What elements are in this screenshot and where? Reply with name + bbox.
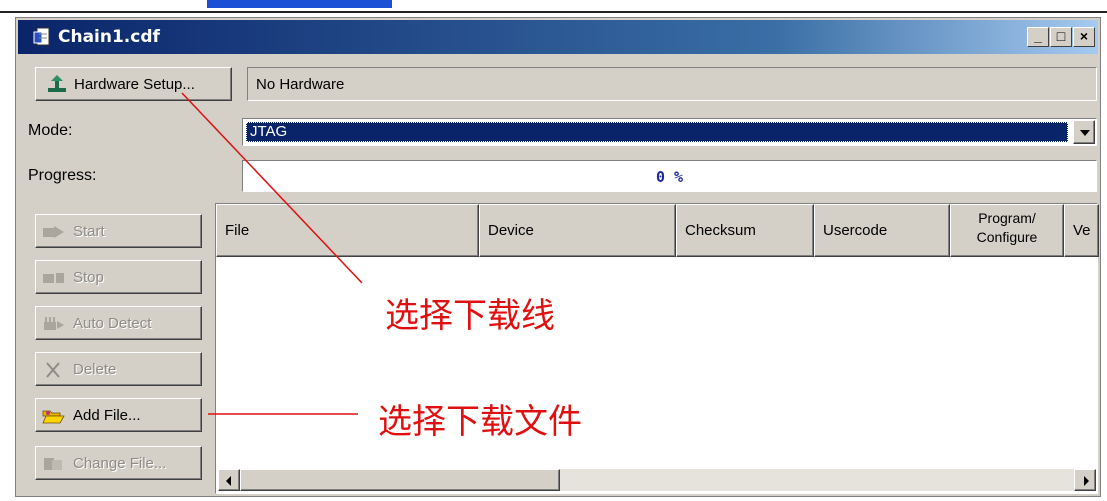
delete-button[interactable]: Delete [35,352,202,386]
stop-icon [43,273,64,283]
column-header-checksum-label: Checksum [685,222,756,239]
mode-label: Mode: [28,122,73,139]
chevron-down-icon [1080,130,1090,136]
title-bar[interactable]: Chain1.cdf _ □ × [18,20,1098,54]
maximize-button[interactable]: □ [1050,27,1072,47]
auto-detect-button[interactable]: Auto Detect [35,306,202,340]
stop-label: Stop [73,269,104,286]
hardware-annotation-text: 选择下载线 [385,296,555,336]
start-label: Start [73,223,105,240]
mode-dropdown-button[interactable] [1073,120,1095,144]
column-header-program-configure-label: Program/ Configure [976,210,1038,245]
scroll-thumb[interactable] [240,469,560,491]
column-header-usercode[interactable]: Usercode [814,204,950,257]
column-header-checksum[interactable]: Checksum [676,204,814,257]
close-button[interactable]: × [1073,27,1095,47]
start-icon [43,226,64,238]
column-header-verify-label: Ve [1073,222,1091,239]
hardware-setup-label: Hardware Setup... [74,76,195,93]
scroll-right-button[interactable] [1074,469,1096,491]
column-header-device-label: Device [488,222,534,239]
progress-bar: 0 % [242,160,1097,192]
column-header-device[interactable]: Device [479,204,676,257]
auto-detect-icon [44,317,64,330]
device-chain-table[interactable]: File Device Checksum Usercode Program/ C… [215,203,1099,494]
column-header-verify[interactable]: Ve [1064,204,1099,257]
change-file-button[interactable]: Change File... [35,446,202,480]
hardware-status-text: No Hardware [256,76,345,93]
mode-selected-value: JTAG [246,122,1068,142]
column-header-file-label: File [225,222,250,239]
progress-value: 0 % [655,168,684,186]
arrow-right-icon [1084,476,1089,486]
top-link-bar [207,0,392,8]
add-file-button[interactable]: Add File... [35,398,202,432]
column-header-usercode-label: Usercode [823,222,888,239]
document-icon [33,27,50,46]
column-header-program-configure[interactable]: Program/ Configure [950,204,1064,257]
hardware-status-field: No Hardware [247,67,1097,101]
folder-open-icon [42,410,65,424]
top-divider [0,11,1107,13]
change-file-icon [44,458,62,470]
window-title: Chain1.cdf [58,27,160,47]
auto-detect-label: Auto Detect [73,315,152,332]
start-button[interactable]: Start [35,214,202,248]
change-file-label: Change File... [73,455,167,472]
horizontal-scrollbar[interactable] [218,469,1096,491]
file-annotation-text: 选择下载文件 [378,402,582,442]
delete-x-icon [46,362,60,378]
hardware-setup-button[interactable]: Hardware Setup... [35,67,232,101]
progress-label: Progress: [28,167,97,184]
column-header-file[interactable]: File [216,204,479,257]
arrow-left-icon [226,476,231,486]
mode-select[interactable]: JTAG [242,118,1097,146]
hardware-setup-icon [48,75,66,92]
stop-button[interactable]: Stop [35,260,202,294]
minimize-button[interactable]: _ [1027,27,1049,47]
scroll-left-button[interactable] [218,469,240,491]
delete-label: Delete [73,361,117,378]
add-file-label: Add File... [73,407,141,424]
